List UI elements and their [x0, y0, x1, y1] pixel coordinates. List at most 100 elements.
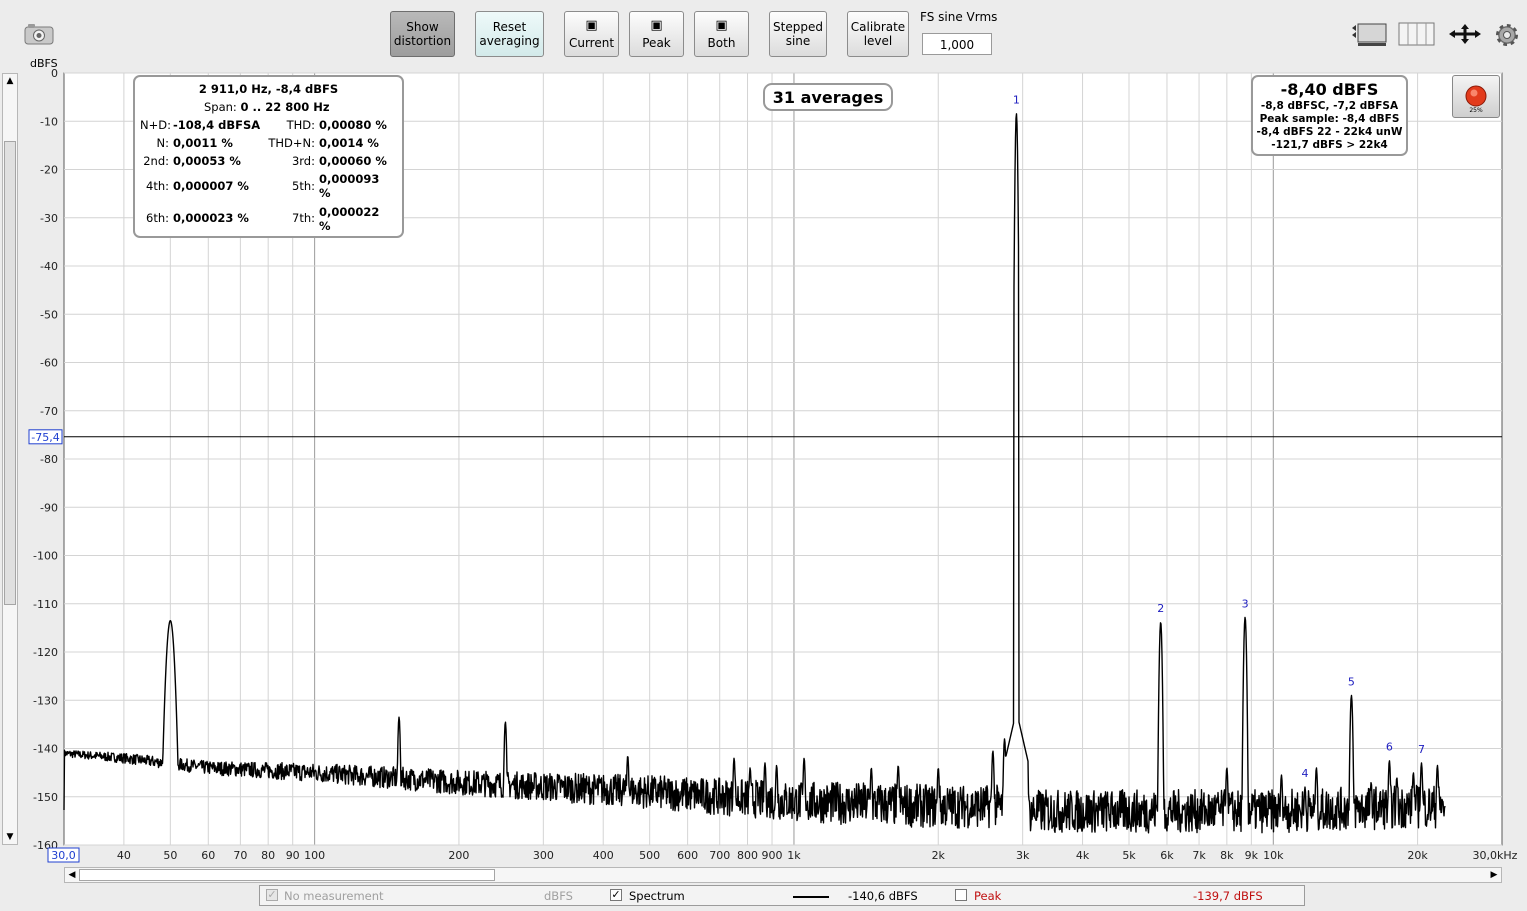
scroll-left-icon[interactable]: ◀	[65, 868, 79, 882]
horizontal-scroll-thumb[interactable]	[79, 869, 495, 881]
y-tick-label: -50	[40, 308, 58, 321]
h2-value: 0,00053 %	[173, 154, 241, 168]
h6-label: 6th:	[146, 211, 169, 225]
scroll-right-icon[interactable]: ▶	[1487, 868, 1501, 882]
h3-value: 0,00060 %	[319, 154, 387, 168]
x-tick-label: 70	[233, 849, 247, 862]
y-tick-label: -40	[40, 260, 58, 273]
averages-count: 31 averages	[772, 88, 884, 107]
span-label: Span:	[204, 100, 237, 114]
n-value: 0,0011 %	[173, 136, 233, 150]
span-value: 0 .. 22 800 Hz	[240, 100, 330, 114]
x-tick-label: 10k	[1263, 849, 1284, 862]
y-tick-label: -80	[40, 453, 58, 466]
peak-label: Peak	[974, 889, 1002, 903]
no-measurement-checkbox: ✓	[266, 888, 278, 901]
x-tick-label: 100	[304, 849, 325, 862]
y-tick-label: -10	[40, 115, 58, 128]
level-main: -8,40 dBFS	[1280, 80, 1379, 99]
n-label: N:	[156, 136, 169, 150]
harmonic-label: 1	[1013, 94, 1020, 107]
x-tick-label: 900	[762, 849, 783, 862]
y-tick-label: -110	[33, 598, 58, 611]
distortion-stats-panel: 2 911,0 Hz, -8,4 dBFS Span: 0 .. 22 800 …	[133, 75, 404, 238]
x-tick-label: 7k	[1192, 849, 1206, 862]
no-measurement-unit: dBFS	[544, 889, 573, 903]
y-unit-label: dBFS	[30, 57, 58, 70]
h7-unit: %	[319, 219, 331, 233]
x-tick-label: 9k	[1245, 849, 1259, 862]
nd-value: -108,4 dBFSA	[173, 118, 261, 132]
level-weighted: -8,8 dBFSC, -7,2 dBFSA	[1260, 100, 1399, 112]
x-tick-label: 700	[709, 849, 730, 862]
x-tick-label: 300	[533, 849, 554, 862]
spectrum-label: Spectrum	[629, 889, 685, 903]
level-peak-sample: Peak sample: -8,4 dBFS	[1259, 113, 1400, 125]
nd-label: N+D:	[140, 118, 171, 132]
h7-value: 0,000022	[319, 205, 380, 219]
harmonic-label: 2	[1157, 602, 1164, 615]
h2-label: 2nd:	[143, 154, 169, 168]
spectrum-value: -140,6 dBFS	[848, 889, 918, 903]
y-tick-label: -20	[40, 164, 58, 177]
no-measurement-label: No measurement	[284, 889, 384, 903]
horizontal-scrollbar[interactable]: ◀ ▶	[64, 867, 1502, 883]
peak-checkbox[interactable]	[955, 889, 967, 901]
level-above-band: -121,7 dBFS > 22k4	[1271, 139, 1388, 151]
harmonic-label: 4	[1301, 767, 1308, 780]
x-tick-label: 60	[201, 849, 215, 862]
thd-value: 0,00080 %	[319, 118, 387, 132]
y-tick-label: -130	[33, 694, 58, 707]
harmonic-label: 5	[1348, 675, 1355, 688]
level-panel: -8,40 dBFS -8,8 dBFSC, -7,2 dBFSA Peak s…	[1251, 75, 1408, 156]
harmonic-label: 6	[1386, 741, 1393, 754]
level-band: -8,4 dBFS 22 - 22k4 unW	[1256, 126, 1403, 138]
thdn-value: 0,0014 %	[319, 136, 379, 150]
h7-label: 7th:	[292, 211, 315, 225]
spectrum-line-swatch	[793, 896, 829, 898]
h3-label: 3rd:	[291, 154, 315, 168]
y-tick-label: -140	[33, 743, 58, 756]
h5-value: 0,000093	[319, 172, 380, 186]
x-tick-label: 80	[261, 849, 275, 862]
x-tick-label: 2k	[932, 849, 946, 862]
x-tick-label: 800	[737, 849, 758, 862]
record-button[interactable]: 25%	[1452, 75, 1500, 118]
x-tick-label: 5k	[1122, 849, 1136, 862]
h5-unit: %	[319, 186, 331, 200]
x-start-label: 30,0	[51, 849, 76, 862]
y-tick-label: -100	[33, 550, 58, 563]
x-tick-label: 40	[117, 849, 131, 862]
y-tick-label: -150	[33, 791, 58, 804]
averages-badge: 31 averages	[763, 83, 893, 111]
h4-value: 0,000007 %	[173, 179, 249, 193]
span-row: Span: 0 .. 22 800 Hz	[204, 100, 330, 114]
harmonic-label: 3	[1242, 597, 1249, 610]
h4-label: 4th:	[146, 179, 169, 193]
x-tick-label: 20k	[1407, 849, 1428, 862]
y-tick-label: -60	[40, 357, 58, 370]
h6-value: 0,000023 %	[173, 211, 249, 225]
peak-value: -139,7 dBFS	[1193, 889, 1263, 903]
y-tick-label: -30	[40, 212, 58, 225]
thdn-label: THD+N:	[268, 136, 315, 150]
x-tick-label: 8k	[1220, 849, 1234, 862]
x-tick-label: 90	[286, 849, 300, 862]
x-tick-label: 3k	[1016, 849, 1030, 862]
harmonic-label: 7	[1418, 743, 1425, 756]
x-tick-label: 500	[639, 849, 660, 862]
spectrum-checkbox[interactable]: ✓	[610, 889, 622, 901]
legend-bar: ✓ No measurement dBFS ✓ Spectrum -140,6 …	[259, 885, 1305, 906]
x-end-label: 30,0kHz	[1473, 849, 1518, 862]
record-percent: 25%	[1469, 107, 1483, 114]
cursor-value-label: -75,4	[31, 431, 59, 444]
y-tick-label: -90	[40, 501, 58, 514]
x-tick-label: 400	[593, 849, 614, 862]
x-tick-label: 6k	[1160, 849, 1174, 862]
fundamental-readout: 2 911,0 Hz, -8,4 dBFS	[198, 82, 339, 96]
x-tick-label: 50	[163, 849, 177, 862]
x-tick-label: 200	[448, 849, 469, 862]
thd-label: THD:	[286, 118, 315, 132]
x-tick-label: 1k	[787, 849, 801, 862]
h5-label: 5th:	[292, 179, 315, 193]
